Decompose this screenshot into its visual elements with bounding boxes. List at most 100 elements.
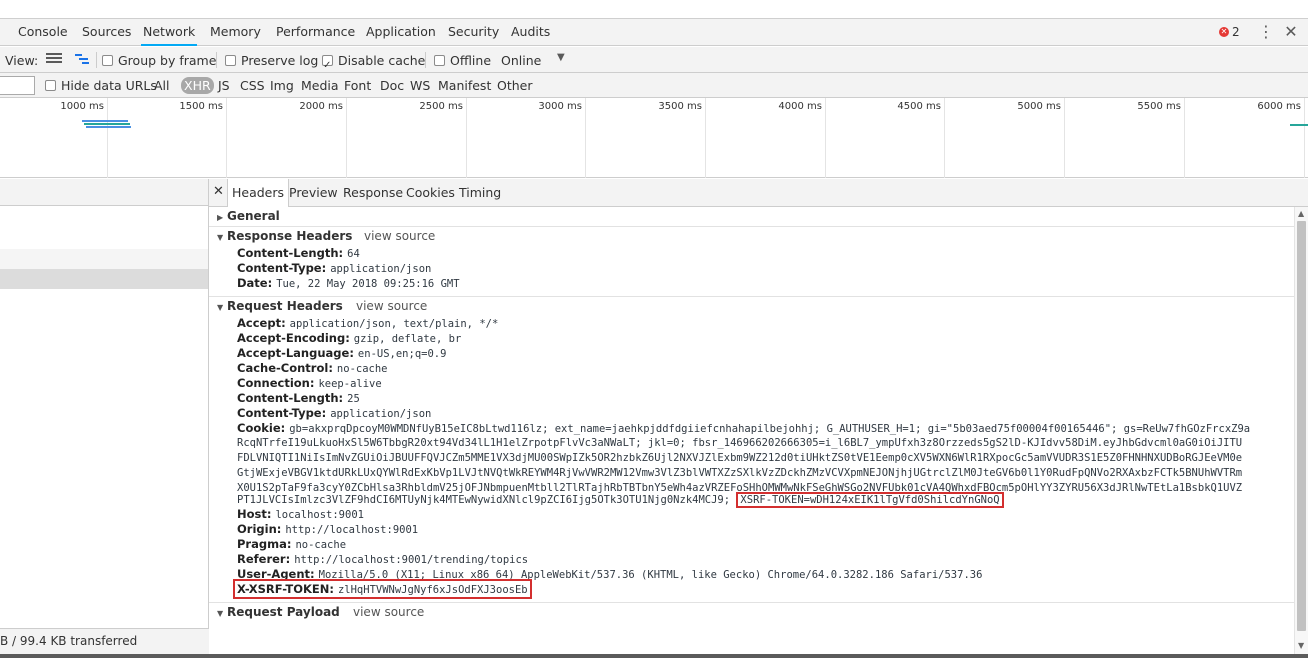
general-label: General: [227, 209, 280, 223]
filter-type-other[interactable]: Other: [494, 77, 536, 94]
filter-type-ws[interactable]: WS: [407, 77, 433, 94]
preserve-log-label: Preserve log: [241, 52, 319, 68]
timeline-request-bar: [86, 126, 131, 128]
timeline-gridline: 6000 ms: [1185, 98, 1305, 178]
response-view-source-link[interactable]: view source: [364, 227, 435, 245]
header-name: Content-Type:: [237, 406, 327, 420]
scroll-down-icon[interactable]: ▼: [1298, 641, 1304, 650]
group-by-frame-checkbox[interactable]: Group by frame: [102, 47, 216, 73]
tab-application[interactable]: Application: [364, 19, 438, 46]
view-label: View:: [5, 52, 39, 68]
checkbox-box[interactable]: [434, 54, 445, 66]
timeline-gridline: 2500 ms: [347, 98, 467, 178]
header-name: Referer:: [237, 552, 291, 566]
xsrf-cookie-highlight: XSRF-TOKEN=wDH124xEIK1lTgVfd0ShilcdYnGNo…: [736, 492, 1004, 508]
tab-network[interactable]: Network: [141, 19, 198, 46]
filter-type-js[interactable]: JS: [215, 77, 233, 94]
checkbox-box-checked[interactable]: [322, 53, 333, 78]
filter-type-css[interactable]: CSS: [237, 77, 268, 94]
request-payload-section-header[interactable]: ▼ Request Payload: [217, 603, 340, 621]
filter-type-all[interactable]: All: [151, 77, 173, 94]
disable-cache-checkbox[interactable]: Disable cache: [322, 47, 426, 78]
scroll-up-icon[interactable]: ▲: [1298, 209, 1304, 218]
devtools-tab-bar: Console Sources Network Memory Performan…: [0, 19, 1308, 46]
tab-security[interactable]: Security: [446, 19, 501, 46]
list-view-icon[interactable]: [46, 53, 62, 67]
request-header-row: Connection: keep-alive: [237, 376, 382, 391]
payload-view-source-link[interactable]: view source: [353, 603, 424, 621]
checkbox-box[interactable]: [45, 79, 56, 91]
checkbox-box[interactable]: [225, 54, 236, 66]
timeline-gridline: 1000 ms: [0, 98, 108, 178]
header-name: X-XSRF-TOKEN:: [237, 582, 334, 596]
tick-label: 4500 ms: [897, 101, 941, 112]
header-value: application/json: [330, 408, 432, 420]
more-options-icon[interactable]: ⋮: [1258, 23, 1274, 41]
filter-type-doc[interactable]: Doc: [377, 77, 407, 94]
request-row-selected[interactable]: [0, 269, 208, 289]
tab-response[interactable]: Response: [343, 179, 403, 207]
offline-checkbox[interactable]: Offline: [434, 47, 491, 73]
filter-type-font[interactable]: Font: [341, 77, 374, 94]
header-value: application/json, text/plain, */*: [289, 318, 499, 330]
header-name: Accept-Language:: [237, 346, 354, 360]
header-value: 25: [347, 393, 360, 405]
general-section-header[interactable]: ▶ General: [217, 207, 280, 225]
tab-cookies[interactable]: Cookies: [406, 179, 455, 207]
header-value: Tue, 22 May 2018 09:25:16 GMT: [276, 278, 460, 290]
filter-type-img[interactable]: Img: [267, 77, 297, 94]
tab-timing[interactable]: Timing: [459, 179, 501, 207]
header-name: Cache-Control:: [237, 361, 333, 375]
collapse-triangle-icon: ▼: [217, 233, 224, 242]
disable-cache-label: Disable cache: [338, 52, 426, 68]
tab-audits[interactable]: Audits: [509, 19, 552, 46]
request-row[interactable]: [0, 249, 208, 269]
request-header-row: Pragma: no-cache: [237, 537, 346, 552]
throttling-select[interactable]: Online: [501, 47, 541, 73]
tab-sources[interactable]: Sources: [80, 19, 133, 46]
tick-label: 6000 ms: [1257, 101, 1301, 112]
toolbar-separator: [96, 52, 97, 68]
filter-type-media[interactable]: Media: [298, 77, 342, 94]
close-icon[interactable]: ✕: [1283, 22, 1299, 42]
request-header-row: Origin: http://localhost:9001: [237, 522, 418, 537]
header-value: application/json: [330, 263, 432, 275]
timeline-overview[interactable]: 1000 ms 1500 ms 2000 ms 2500 ms 3000 ms …: [0, 98, 1308, 178]
error-count: 2: [1232, 25, 1240, 39]
request-view-source-link[interactable]: view source: [356, 297, 427, 315]
tab-memory[interactable]: Memory: [208, 19, 263, 46]
tab-performance[interactable]: Performance: [274, 19, 357, 46]
waterfall-view-icon[interactable]: [74, 53, 90, 67]
tab-headers[interactable]: Headers: [227, 179, 290, 208]
request-row[interactable]: [0, 207, 208, 227]
dropdown-arrow-icon[interactable]: ▼: [557, 52, 565, 63]
header-value: 64: [347, 248, 360, 260]
header-name: Content-Length:: [237, 246, 344, 260]
timeline-request-bar: [84, 123, 130, 125]
response-headers-section-header[interactable]: ▼ Response Headers: [217, 227, 352, 245]
tick-label: 2000 ms: [299, 101, 343, 112]
close-detail-icon[interactable]: ✕: [213, 179, 224, 205]
headers-panel: ▶ General ▼ Response Headers view source C…: [209, 207, 1294, 654]
request-headers-section-header[interactable]: ▼ Request Headers: [217, 297, 343, 315]
filter-input[interactable]: [0, 76, 35, 95]
filter-type-xhr[interactable]: XHR: [181, 77, 214, 94]
vertical-scrollbar[interactable]: ▲ ▼: [1294, 207, 1308, 654]
error-count-badge[interactable]: ✕ 2: [1219, 24, 1240, 40]
checkbox-box[interactable]: [102, 54, 113, 66]
filter-type-manifest[interactable]: Manifest: [435, 77, 494, 94]
hide-data-urls-checkbox[interactable]: Hide data URLs: [45, 72, 157, 98]
header-name: Pragma:: [237, 537, 292, 551]
detail-tab-bar: ✕ Headers Preview Response Cookies Timin…: [209, 179, 1308, 208]
preserve-log-checkbox[interactable]: Preserve log: [225, 47, 318, 73]
window-top-strip: [0, 0, 1308, 19]
request-payload-label: Request Payload: [227, 605, 340, 619]
scrollbar-thumb[interactable]: [1297, 221, 1306, 631]
request-row[interactable]: [0, 227, 208, 247]
header-name: Origin:: [237, 522, 282, 536]
request-list: [0, 179, 209, 654]
response-header-row: Date: Tue, 22 May 2018 09:25:16 GMT: [237, 276, 460, 291]
tab-preview[interactable]: Preview: [289, 179, 338, 207]
hide-data-urls-label: Hide data URLs: [61, 77, 157, 93]
tab-console[interactable]: Console: [16, 19, 70, 46]
